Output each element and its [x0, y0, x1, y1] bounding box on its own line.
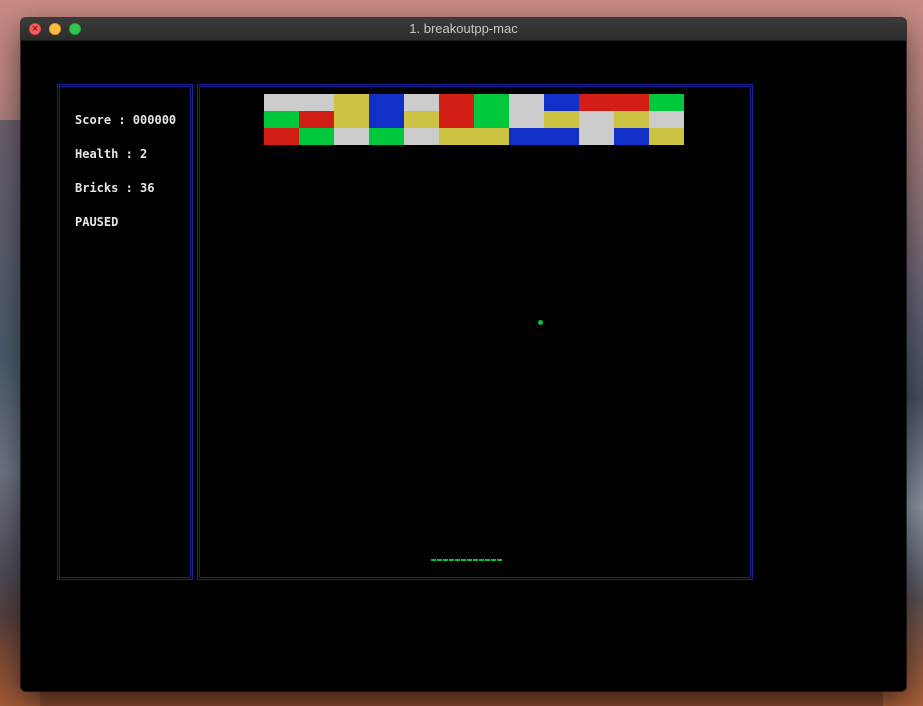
brick — [649, 111, 684, 128]
score-readout: Score : 000000 — [75, 113, 177, 127]
brick — [614, 111, 649, 128]
stats-panel: Score : 000000 Health : 2 Bricks : 36 PA… — [57, 84, 193, 580]
brick — [579, 94, 614, 111]
brick — [544, 94, 579, 111]
brick — [369, 94, 404, 111]
health-readout: Health : 2 — [75, 147, 148, 161]
window-title: 1. breakoutpp-mac — [409, 21, 518, 36]
brick — [334, 94, 369, 111]
terminal-content: Score : 000000 Health : 2 Bricks : 36 PA… — [21, 41, 906, 691]
brick — [614, 94, 649, 111]
paddle-icon — [431, 559, 503, 561]
brick — [334, 111, 369, 128]
brick — [544, 128, 579, 145]
brick — [509, 128, 544, 145]
brick — [404, 94, 439, 111]
brick — [474, 94, 509, 111]
brick — [649, 128, 684, 145]
brick — [544, 111, 579, 128]
brick — [439, 94, 474, 111]
ball-icon — [538, 320, 543, 325]
brick-wall — [264, 94, 684, 145]
terminal-window: × 1. breakoutpp-mac Score : 000000 Healt… — [21, 18, 906, 691]
window-titlebar[interactable]: × 1. breakoutpp-mac — [21, 18, 906, 41]
brick — [299, 94, 334, 111]
brick — [509, 111, 544, 128]
brick — [299, 128, 334, 145]
playfield — [197, 84, 753, 580]
brick — [264, 111, 299, 128]
brick — [404, 128, 439, 145]
brick — [369, 128, 404, 145]
brick — [579, 128, 614, 145]
brick — [369, 111, 404, 128]
brick — [474, 111, 509, 128]
brick — [439, 111, 474, 128]
bricks-readout: Bricks : 36 — [75, 181, 155, 195]
brick — [404, 111, 439, 128]
brick — [439, 128, 474, 145]
brick — [614, 128, 649, 145]
brick — [334, 128, 369, 145]
brick — [474, 128, 509, 145]
game-status: PAUSED — [75, 215, 119, 229]
brick — [264, 128, 299, 145]
brick — [509, 94, 544, 111]
brick — [649, 94, 684, 111]
brick — [579, 111, 614, 128]
brick — [299, 111, 334, 128]
brick — [264, 94, 299, 111]
